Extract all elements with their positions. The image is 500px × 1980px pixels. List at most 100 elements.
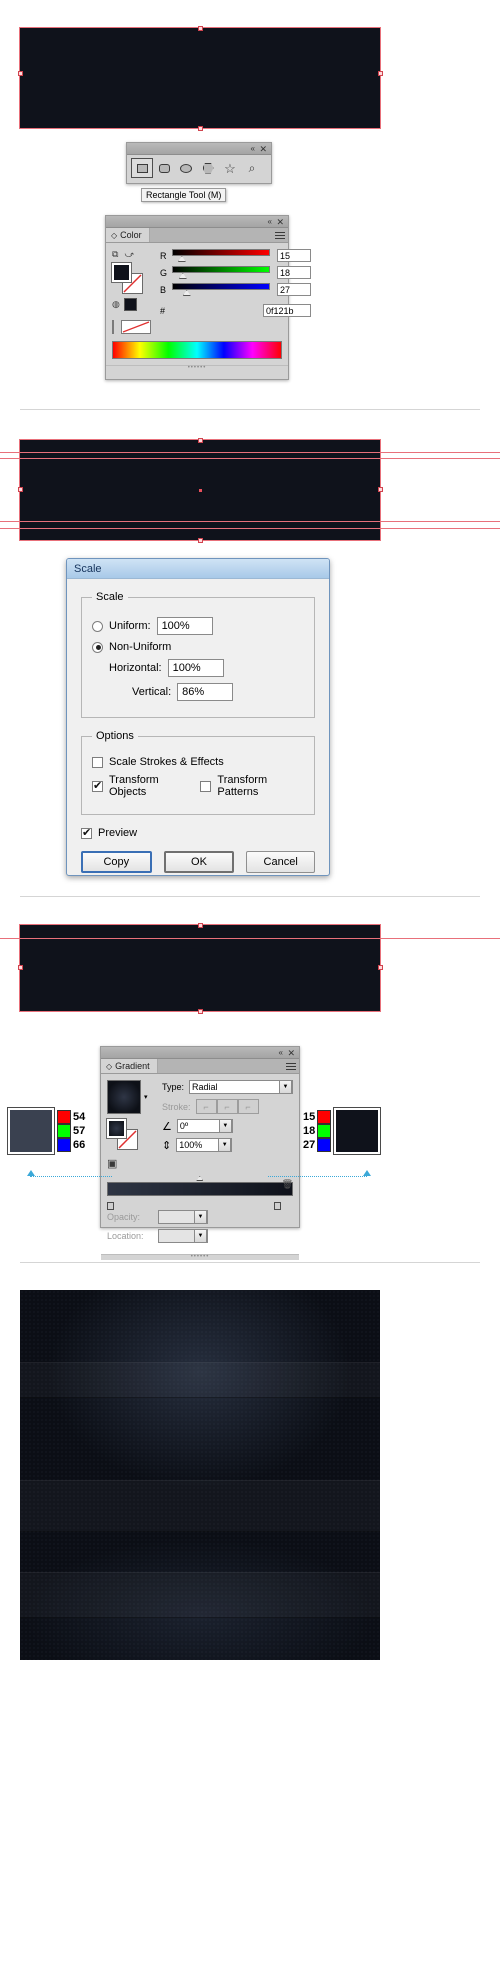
transform-objects-checkbox[interactable] <box>92 779 103 792</box>
value-g[interactable]: 18 <box>277 266 311 279</box>
angle-row[interactable]: ∠ 0º ▼ <box>162 1119 293 1133</box>
chevron-down-icon[interactable]: ▼ <box>218 1138 232 1152</box>
anchor-handle[interactable] <box>378 965 383 970</box>
uniform-row[interactable]: Uniform: 100% <box>92 617 304 635</box>
panel-grip[interactable]: •••••• <box>101 1254 299 1260</box>
ellipse-tool-button[interactable] <box>175 158 197 178</box>
aspect-row[interactable]: ⇕ 100% ▼ <box>162 1138 293 1152</box>
rounded-rectangle-tool-button[interactable] <box>153 158 175 178</box>
copy-button[interactable]: Copy <box>81 851 152 873</box>
anchor-handle[interactable] <box>378 487 383 492</box>
stroke-across-button[interactable]: ⌐ <box>237 1099 259 1114</box>
preview-row[interactable]: Preview <box>81 826 315 839</box>
black-swatch[interactable] <box>112 320 114 334</box>
color-spectrum-bar[interactable] <box>112 341 282 359</box>
anchor-handle[interactable] <box>378 71 383 76</box>
slider-thumb-r[interactable] <box>177 256 186 262</box>
panel-menu-icon[interactable] <box>275 230 285 240</box>
horizontal-row[interactable]: Horizontal: 100% <box>92 659 304 677</box>
slider-b[interactable] <box>172 283 270 296</box>
slider-thumb-g[interactable] <box>178 273 187 279</box>
reverse-gradient-icon[interactable]: ▣ <box>107 1157 158 1170</box>
hex-value-input[interactable]: 0f121b <box>263 304 311 317</box>
chevron-down-icon[interactable]: ▼ <box>218 1119 232 1133</box>
gradient-preview-swatch[interactable] <box>107 1080 141 1114</box>
chevron-down-icon[interactable]: ▾ <box>144 1093 148 1101</box>
transform-row[interactable]: Transform Objects Transform Patterns <box>92 774 304 798</box>
color-panel-tabrow[interactable]: ◇ Color <box>106 228 288 243</box>
nonuniform-radio[interactable] <box>92 641 103 653</box>
uniform-input[interactable]: 100% <box>156 617 213 635</box>
stroke-along-button[interactable]: ⌐ <box>216 1099 238 1114</box>
stroke-within-button[interactable]: ⌐ <box>195 1099 217 1114</box>
anchor-handle[interactable] <box>18 965 23 970</box>
fill-stroke-swatches[interactable] <box>106 1118 138 1150</box>
transform-center-point[interactable] <box>199 489 202 492</box>
gradient-slider-area[interactable]: 🗑 <box>107 1176 293 1210</box>
slider-thumb-b[interactable] <box>182 290 191 296</box>
collapse-icon[interactable]: « <box>251 144 255 154</box>
scale-strokes-checkbox[interactable] <box>92 756 103 768</box>
gradient-panel-titlebar[interactable]: « ✕ <box>101 1047 299 1059</box>
collapse-icon[interactable]: « <box>268 217 272 227</box>
star-tool-button[interactable]: ☆ <box>219 158 241 178</box>
panel-menu-icon[interactable] <box>286 1061 296 1071</box>
gradient-stop-right[interactable] <box>274 1202 281 1210</box>
vertical-input[interactable]: 86% <box>177 683 234 701</box>
fill-swatch[interactable] <box>106 1118 127 1139</box>
scale-dialog[interactable]: Scale Scale Uniform: 100% Non-Uniform Ho… <box>66 558 330 876</box>
gradient-panel-tabrow[interactable]: ◇ Gradient <box>101 1059 299 1074</box>
delete-stop-icon[interactable]: 🗑 <box>282 1179 293 1190</box>
polygon-tool-button[interactable] <box>197 158 219 178</box>
gradient-midpoint[interactable] <box>196 1176 204 1181</box>
close-icon[interactable]: ✕ <box>287 1047 295 1059</box>
nonuniform-row[interactable]: Non-Uniform <box>92 641 304 653</box>
gradient-angle-select[interactable]: 0º ▼ <box>176 1119 233 1133</box>
uniform-radio[interactable] <box>92 620 103 632</box>
gradient-aspect-select[interactable]: 100% ▼ <box>176 1138 233 1152</box>
transform-patterns-checkbox[interactable] <box>200 780 212 792</box>
fill-stroke-toggle-icon[interactable]: ⧉ <box>112 249 118 260</box>
color-mode-icon[interactable]: ◍ <box>112 299 120 310</box>
anchor-handle[interactable] <box>198 126 203 131</box>
none-swatch[interactable] <box>121 320 151 334</box>
panel-grip[interactable]: •••••• <box>106 365 288 371</box>
fill-swatch[interactable] <box>111 262 132 283</box>
value-r[interactable]: 15 <box>277 249 311 262</box>
collapse-icon[interactable]: « <box>279 1048 283 1058</box>
gradient-panel[interactable]: « ✕ ◇ Gradient ▾ ▣ Type: Radial ▼ Stroke… <box>100 1046 300 1260</box>
current-color-chip[interactable] <box>123 298 137 311</box>
anchor-handle[interactable] <box>18 487 23 492</box>
preview-checkbox[interactable] <box>81 826 92 839</box>
ok-button[interactable]: OK <box>163 851 235 873</box>
color-panel-titlebar[interactable]: « ✕ <box>106 216 288 228</box>
anchor-handle[interactable] <box>198 438 203 443</box>
flare-tool-button[interactable]: ⌕ <box>241 158 263 178</box>
gradient-type-row[interactable]: Type: Radial ▼ <box>162 1080 293 1094</box>
anchor-handle[interactable] <box>198 1009 203 1014</box>
anchor-handle[interactable] <box>198 923 203 928</box>
artboard-step1[interactable] <box>19 27 381 129</box>
value-b[interactable]: 27 <box>277 283 311 296</box>
cancel-button[interactable]: Cancel <box>246 851 316 873</box>
gradient-stop-left[interactable] <box>107 1202 114 1210</box>
color-panel[interactable]: « ✕ ◇ Color ⧉ ⤻ ◍ R 15 G 18 B 27 # 0f121… <box>105 215 311 380</box>
close-icon[interactable]: ✕ <box>259 143 267 155</box>
close-icon[interactable]: ✕ <box>276 216 284 228</box>
horizontal-input[interactable]: 100% <box>167 659 224 677</box>
anchor-handle[interactable] <box>198 538 203 543</box>
chevron-down-icon[interactable]: ▼ <box>194 1210 207 1224</box>
anchor-handle[interactable] <box>18 71 23 76</box>
tool-palette[interactable]: « ✕ ☆ ⌕ <box>126 142 272 184</box>
vertical-row[interactable]: Vertical: 86% <box>92 683 304 701</box>
chevron-down-icon[interactable]: ▼ <box>279 1080 292 1094</box>
tab-gradient[interactable]: ◇ Gradient <box>101 1059 158 1073</box>
slider-g[interactable] <box>172 266 270 279</box>
swap-fill-stroke-icon[interactable]: ⤻ <box>124 249 134 260</box>
opacity-input[interactable]: ▼ <box>158 1210 208 1224</box>
rectangle-tool-button[interactable] <box>131 158 153 178</box>
tab-color[interactable]: ◇ Color <box>106 228 150 242</box>
fill-stroke-swatches[interactable] <box>111 262 143 294</box>
chevron-down-icon[interactable]: ▼ <box>194 1229 207 1243</box>
slider-r[interactable] <box>172 249 270 262</box>
